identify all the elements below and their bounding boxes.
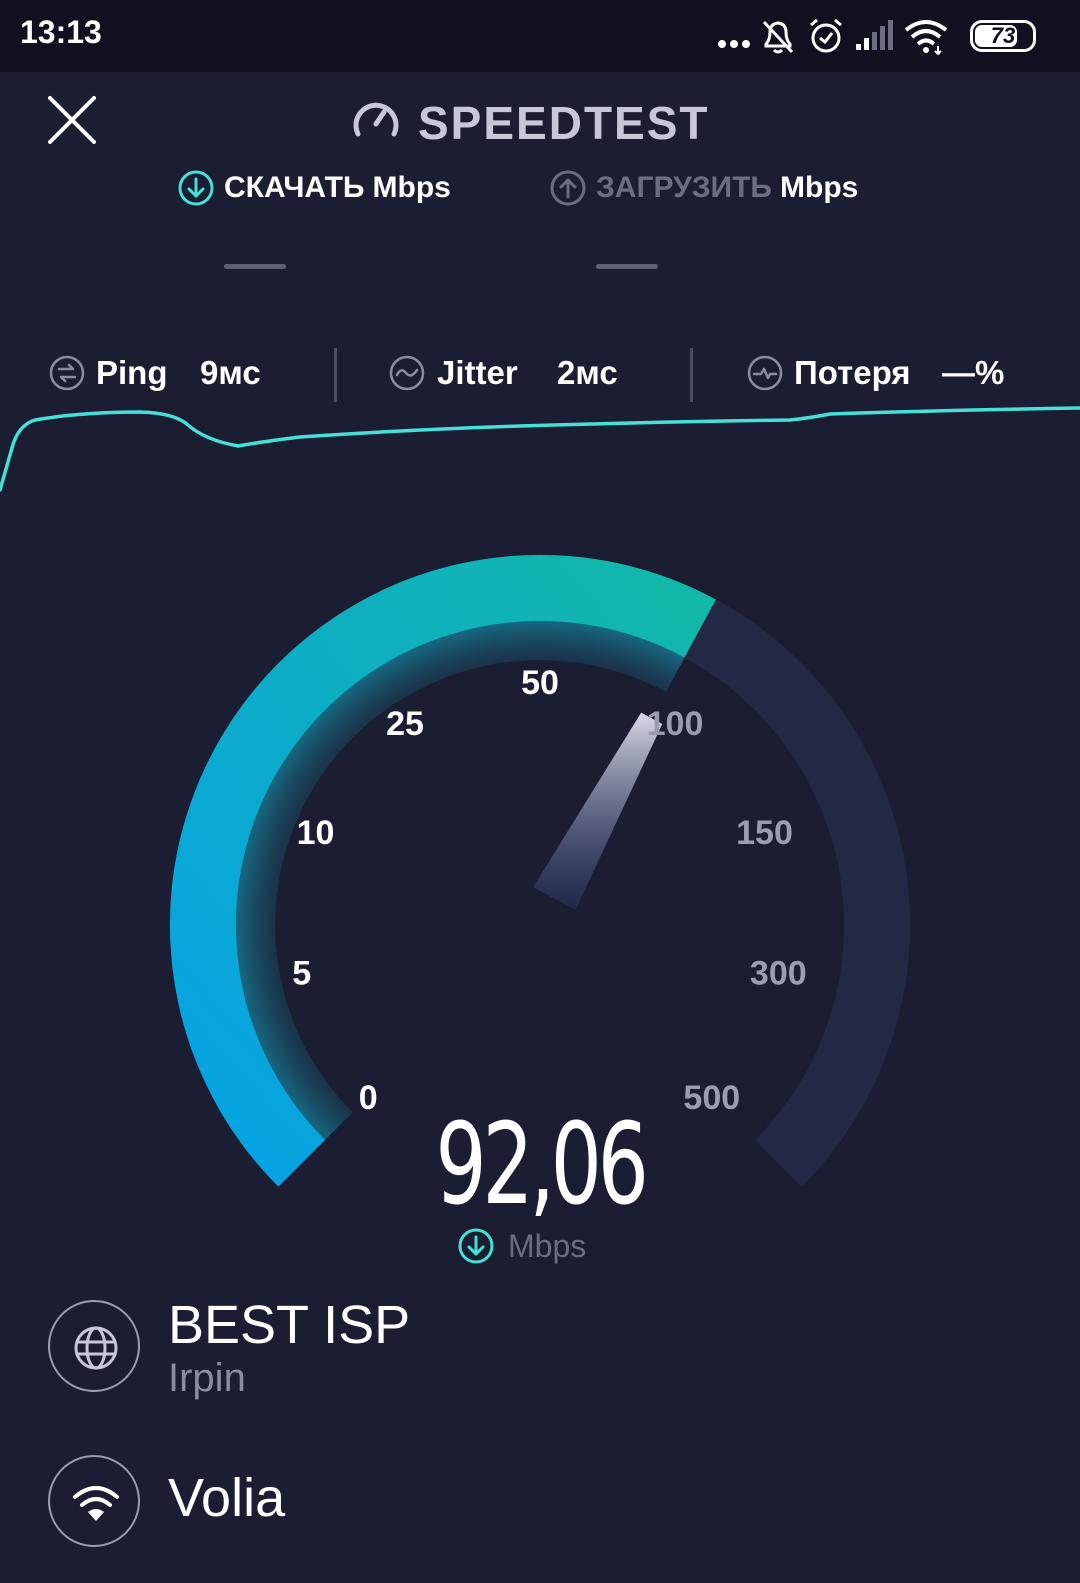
server-icon-circle [48,1300,140,1392]
download-arrow-icon [458,1228,494,1264]
network-icon-circle [48,1455,140,1547]
wifi-icon [73,1486,119,1521]
gauge-tick-label: 500 [683,1079,740,1117]
server-info[interactable]: BEST ISP Irpin [48,1295,948,1400]
gauge-tick-label: 50 [521,664,559,702]
globe-icon [74,1326,118,1370]
gauge-tick-label: 300 [750,954,807,992]
gauge-tick-label: 25 [386,705,424,743]
speedtest-screen: 13:13 73 SPEEDTEST СКАЧАТЬ Mbps ЗАГРУЗИТ… [0,0,1080,1583]
gauge-needle [533,712,663,910]
network-info[interactable]: Volia [48,1455,948,1551]
server-location: Irpin [168,1356,246,1400]
gauge-tick-label: 5 [292,954,311,992]
speed-graph-line [0,406,1080,492]
gauge-tick-label: 100 [647,705,704,743]
network-name: Volia [168,1468,286,1528]
gauge-tick-label: 10 [297,814,335,852]
speed-result-unit: Mbps [456,1226,656,1266]
gauge-tick-label: 0 [359,1079,378,1117]
server-name: BEST ISP [168,1295,411,1355]
gauge-tick-label: 150 [736,814,793,852]
speed-unit-label: Mbps [508,1228,587,1264]
speed-result-value: 92,06 [435,1100,649,1230]
